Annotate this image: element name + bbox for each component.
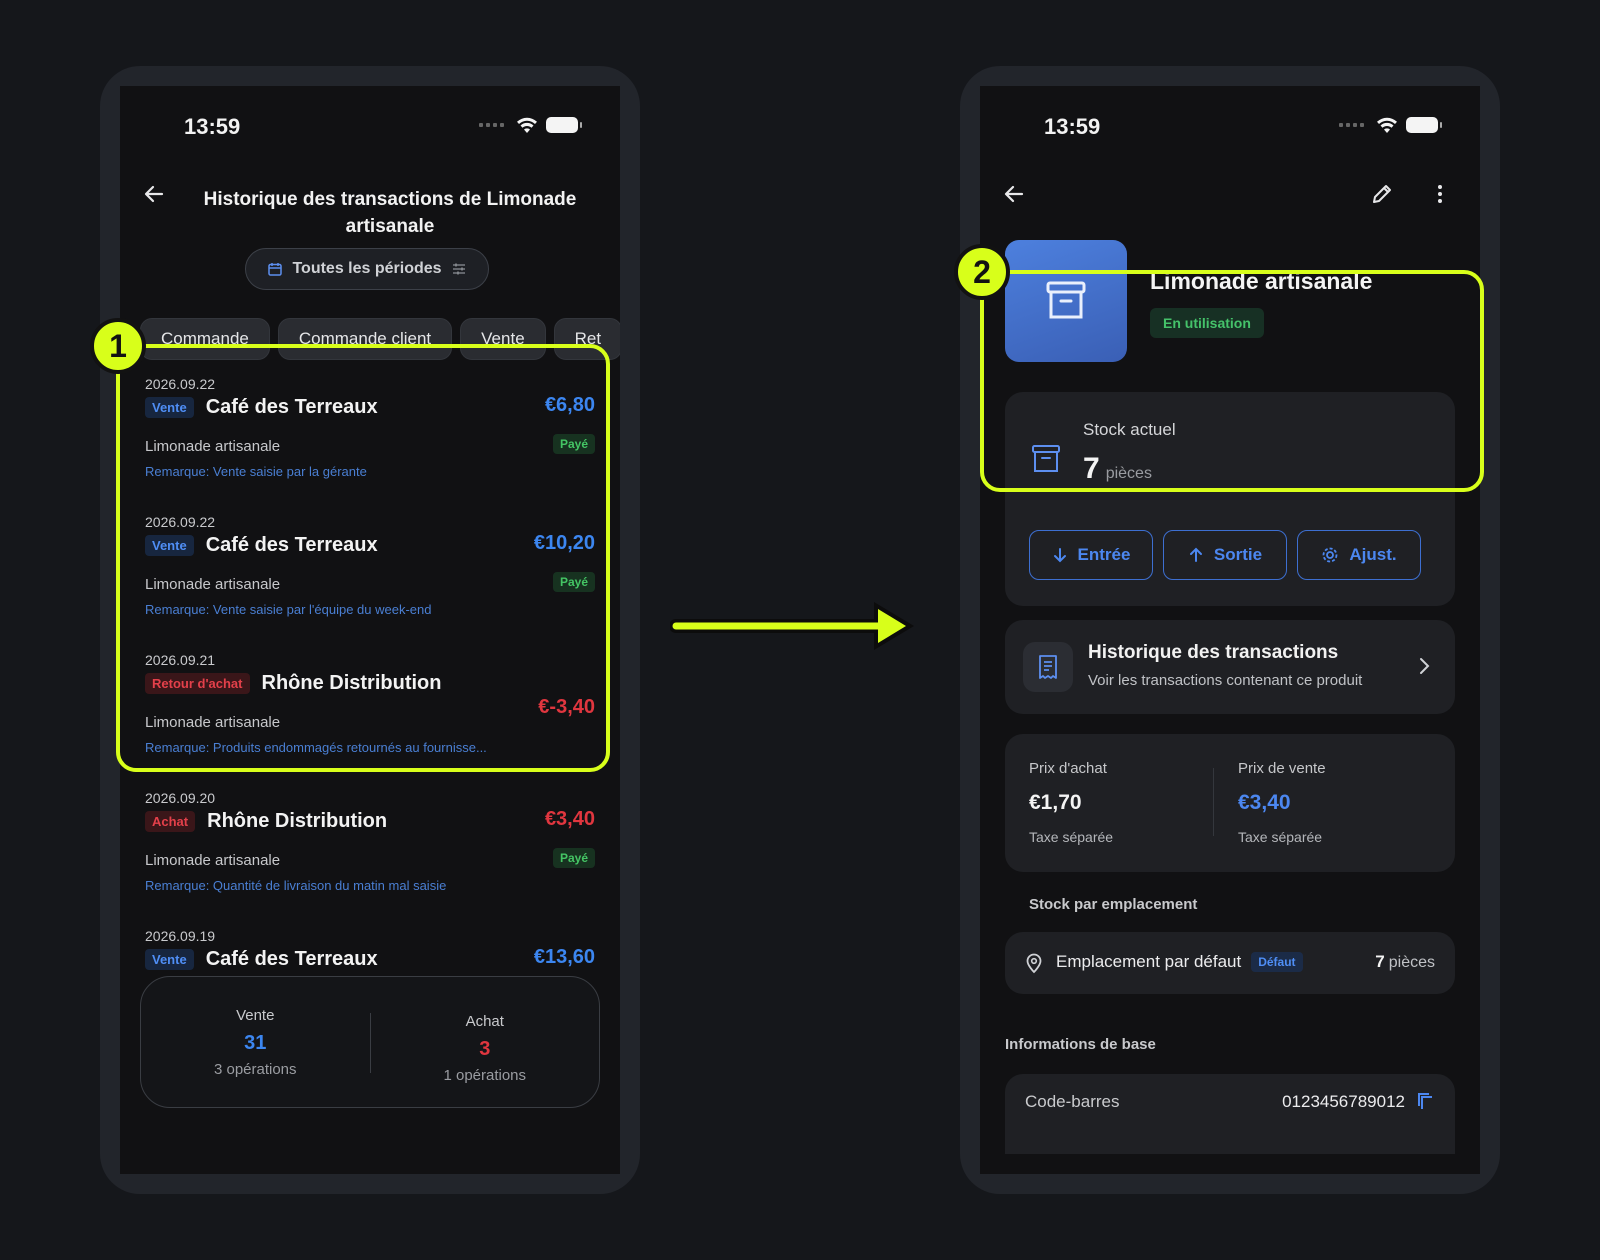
summary-purchases-value: 3 — [479, 1038, 491, 1060]
signal-icon — [1339, 123, 1364, 127]
payment-status-badge: Payé — [552, 848, 595, 868]
stock-in-button[interactable]: Entrée — [1029, 530, 1153, 580]
price-card: Prix d'achat €1,70 Taxe séparée Prix de … — [1005, 734, 1455, 872]
barcode-label: Code-barres — [1025, 1092, 1120, 1111]
period-filter-label: Toutes les périodes — [292, 260, 442, 277]
transaction-type-badge: Vente — [145, 949, 194, 970]
screen-product-detail: 13:59 Limonade artisanale En utilisation… — [980, 86, 1480, 1174]
transaction-item[interactable]: 2026.09.19 Vente Café des Terreaux €13,60 — [145, 928, 595, 978]
wifi-icon — [1377, 117, 1397, 133]
period-filter-button[interactable]: Toutes les périodes — [245, 248, 489, 290]
transaction-product: Limonade artisanale — [145, 852, 281, 869]
location-quantity: 7 pièces — [1375, 952, 1435, 971]
stock-out-button[interactable]: Sortie — [1163, 530, 1287, 580]
transaction-item[interactable]: 2026.09.20 Achat Rhône Distribution Limon… — [145, 790, 595, 918]
barcode-row: Code-barres 0123456789012 — [1005, 1074, 1455, 1154]
wifi-icon — [517, 117, 537, 133]
transaction-date: 2026.09.20 — [145, 790, 216, 806]
status-time: 13:59 — [1044, 114, 1101, 139]
callout-number-2: 2 — [954, 244, 1010, 300]
history-subtitle: Voir les transactions contenant ce produ… — [1088, 672, 1363, 689]
purchase-price: Prix d'achat €1,70 Taxe séparée — [1029, 760, 1114, 845]
transaction-type-badge: Achat — [145, 811, 196, 832]
transaction-date: 2026.09.19 — [145, 928, 216, 944]
location-row[interactable]: Emplacement par défaut Défaut 7 pièces — [1005, 932, 1455, 994]
default-badge: Défaut — [1251, 952, 1303, 972]
calendar-icon — [268, 263, 283, 276]
arrow-up-icon — [1189, 547, 1202, 562]
barcode-value: 0123456789012 — [1282, 1092, 1405, 1111]
highlight-frame-transactions — [116, 344, 610, 772]
edit-pencil-icon[interactable] — [1370, 182, 1394, 206]
chevron-right-icon — [1420, 658, 1430, 674]
location-section-title: Stock par emplacement — [1029, 896, 1198, 913]
page-title: Historique des transactions de Limonade … — [203, 189, 577, 237]
battery-icon — [1406, 117, 1442, 133]
transaction-history-link[interactable]: Historique des transactions Voir les tra… — [1005, 620, 1455, 714]
flow-arrow-icon — [670, 602, 914, 650]
sliders-icon — [452, 263, 465, 275]
summary-sales-value: 31 — [244, 1032, 267, 1054]
transaction-amount: €3,40 — [544, 808, 595, 830]
phone-product-detail: 13:59 Limonade artisanale En utilisation… — [960, 66, 1500, 1194]
back-arrow-icon[interactable] — [1002, 182, 1026, 206]
gear-icon — [1322, 547, 1338, 563]
battery-icon — [546, 117, 582, 133]
copy-icon[interactable] — [1417, 1092, 1435, 1110]
signal-icon — [479, 123, 504, 127]
status-time: 13:59 — [184, 114, 241, 139]
history-title: Historique des transactions — [1088, 642, 1339, 663]
summary-sales: Vente 31 3 opérations — [141, 977, 370, 1107]
transaction-party: Café des Terreaux — [205, 948, 378, 970]
status-bar: 13:59 — [120, 86, 620, 166]
more-vertical-icon[interactable] — [1428, 182, 1452, 206]
location-pin-icon — [1026, 953, 1042, 974]
callout-number-1: 1 — [90, 318, 146, 374]
basic-info-section-title: Informations de base — [1005, 1036, 1156, 1053]
sale-price: Prix de vente €3,40 Taxe séparée — [1238, 760, 1326, 845]
summary-panel: Vente 31 3 opérations Achat 3 1 opératio… — [140, 976, 600, 1108]
receipt-icon — [1039, 655, 1057, 679]
stock-adjust-button[interactable]: Ajust. — [1297, 530, 1421, 580]
summary-purchases: Achat 3 1 opérations — [369, 1013, 600, 1084]
location-name: Emplacement par défaut — [1056, 952, 1242, 971]
transaction-party: Rhône Distribution — [207, 810, 388, 832]
status-bar: 13:59 — [980, 86, 1480, 166]
transaction-note: Remarque: Quantité de livraison du matin… — [145, 878, 447, 893]
back-arrow-icon[interactable] — [142, 182, 166, 206]
transaction-amount: €13,60 — [533, 946, 595, 968]
highlight-frame-product — [980, 270, 1484, 492]
arrow-down-icon — [1053, 548, 1066, 563]
